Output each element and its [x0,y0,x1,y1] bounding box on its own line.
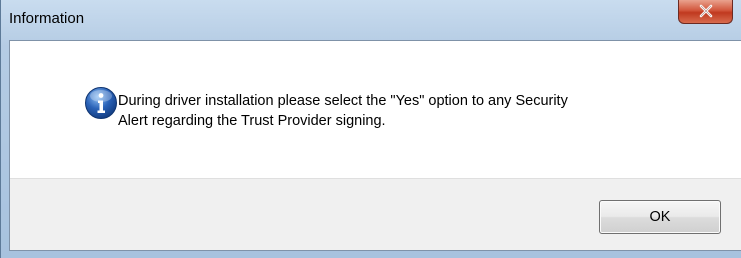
dialog-window: Information During driver installation p… [0,0,741,258]
title-bar[interactable]: Information [1,0,741,40]
window-title: Information [9,10,85,27]
message-text: During driver installation please select… [118,91,718,131]
button-strip: OK [10,178,741,250]
message-line-1: During driver installation please select… [118,93,568,109]
message-area: During driver installation please select… [10,41,741,178]
ok-button[interactable]: OK [599,200,721,234]
info-icon [85,87,117,119]
close-icon [699,4,713,18]
close-button[interactable] [678,0,733,24]
message-line-2: Alert regarding the Trust Provider signi… [118,113,386,129]
dialog-client-area: During driver installation please select… [9,40,741,251]
